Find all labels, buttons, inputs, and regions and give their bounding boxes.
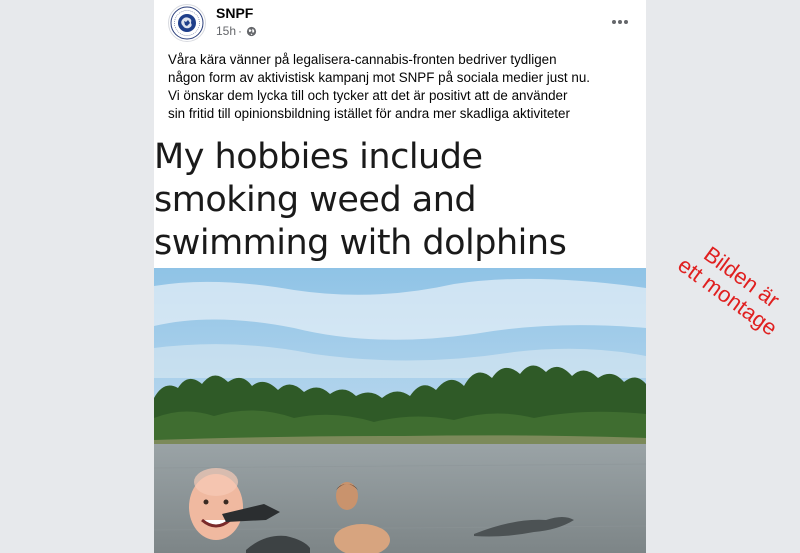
page-name[interactable]: SNPF [216, 5, 253, 21]
swimmer-head [336, 482, 358, 510]
river-photo [154, 268, 646, 553]
snpf-logo-icon [170, 6, 204, 40]
post-meta: 15h · [216, 24, 257, 38]
page-avatar[interactable] [168, 4, 206, 42]
more-dot-icon [612, 20, 616, 24]
montage-notice: Bilden är ett montage [673, 241, 785, 341]
post-header: SNPF 15h · [154, 0, 646, 50]
meme-image[interactable]: My hobbies include smoking weed and swim… [154, 132, 646, 553]
pasted-face-eye [223, 499, 229, 505]
meta-separator: · [238, 24, 243, 38]
more-dot-icon [618, 20, 622, 24]
post-text: Våra kära vänner på legalisera-cannabis-… [168, 52, 590, 121]
post-timestamp[interactable]: 15h [216, 24, 236, 38]
pasted-face [194, 468, 238, 496]
facebook-post: SNPF 15h · Våra kära vänner på legaliser… [154, 0, 646, 553]
pasted-face-eye [203, 499, 209, 505]
more-dot-icon [624, 20, 628, 24]
globe-icon [246, 26, 257, 36]
post-options-button[interactable] [608, 10, 632, 34]
screenshot-page: SNPF 15h · Våra kära vänner på legaliser… [0, 0, 800, 553]
meme-caption: My hobbies include smoking weed and swim… [154, 137, 567, 263]
